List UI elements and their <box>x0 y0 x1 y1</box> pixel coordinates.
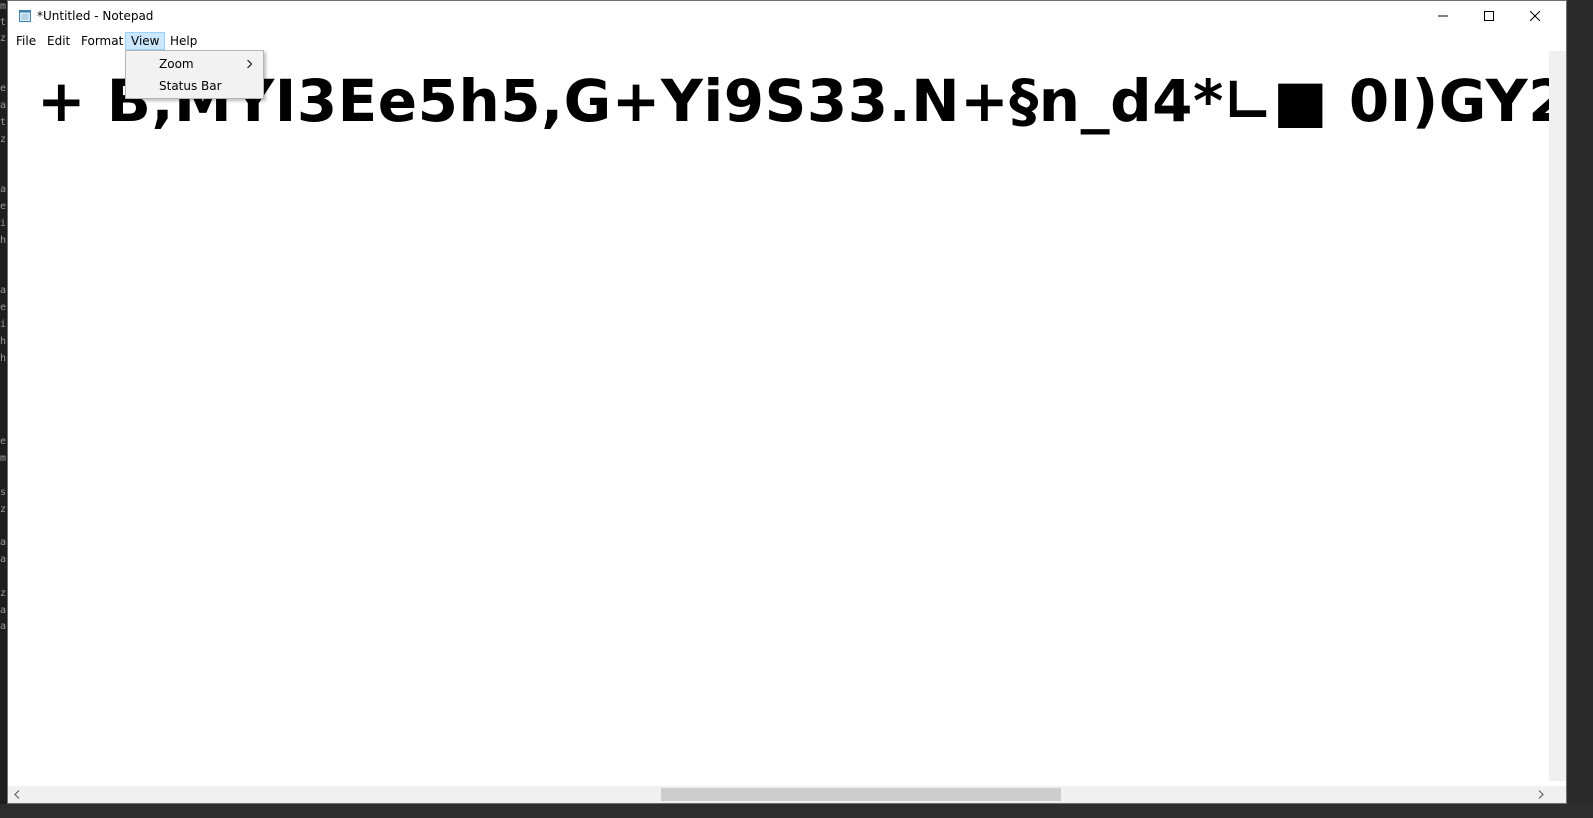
maximize-button[interactable] <box>1466 1 1512 31</box>
vertical-scrollbar[interactable] <box>1549 51 1566 781</box>
minimize-icon <box>1438 15 1448 17</box>
menu-item-status-bar[interactable]: Status Bar <box>127 75 262 97</box>
close-icon <box>1530 11 1540 21</box>
title-bar[interactable]: *Untitled - Notepad <box>8 1 1566 31</box>
menu-help[interactable]: Help <box>165 32 202 50</box>
text-editor-area[interactable]: + B,MYI3Ee5h5,G+Yi9S33.N+§n_d4*∟■ 0I)GY2… <box>8 51 1549 781</box>
menu-file[interactable]: File <box>11 32 41 50</box>
scroll-right-icon[interactable] <box>1532 786 1549 803</box>
horizontal-scroll-thumb[interactable] <box>661 788 1061 801</box>
status-bar-label: Status Bar <box>159 79 222 93</box>
view-menu-dropdown: Zoom Status Bar <box>125 50 264 99</box>
menu-format[interactable]: Format <box>76 32 128 50</box>
menu-item-zoom[interactable]: Zoom <box>127 53 262 75</box>
taskbar-edge <box>0 804 1593 818</box>
notepad-window: *Untitled - Notepad File Edit Format Vie… <box>7 0 1567 804</box>
maximize-icon <box>1484 11 1494 21</box>
minimize-button[interactable] <box>1420 1 1466 31</box>
horizontal-scrollbar[interactable] <box>8 786 1549 803</box>
close-button[interactable] <box>1512 1 1558 31</box>
scroll-left-icon[interactable] <box>8 786 25 803</box>
menu-view[interactable]: View <box>125 32 166 50</box>
window-title: *Untitled - Notepad <box>37 9 154 23</box>
zoom-label: Zoom <box>159 57 194 71</box>
menu-edit[interactable]: Edit <box>42 32 75 50</box>
scrollbar-corner <box>1549 786 1566 803</box>
notepad-icon <box>18 9 32 23</box>
menu-bar: File Edit Format View Help <box>8 31 1566 51</box>
